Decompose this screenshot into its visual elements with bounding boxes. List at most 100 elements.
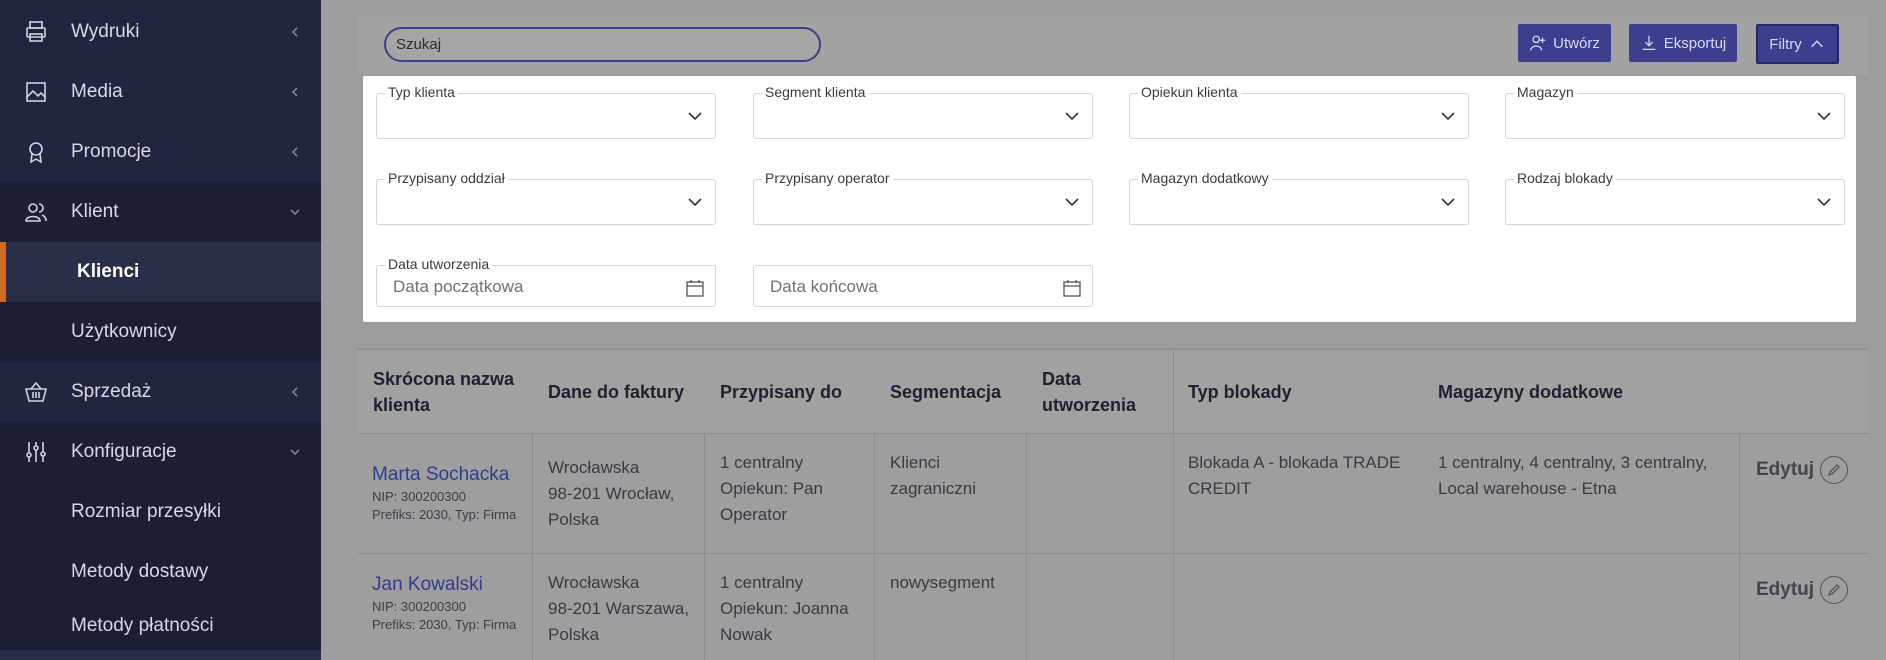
award-icon xyxy=(29,142,43,164)
invoice-line: 98-201 Wrocław, xyxy=(548,484,675,503)
warehouse-select[interactable]: Magazyn xyxy=(1505,84,1845,139)
sidebar-item-promocje[interactable]: Promocje xyxy=(0,122,321,182)
column-divider xyxy=(1173,350,1174,434)
client-type-select[interactable]: Typ klienta xyxy=(376,84,716,139)
segment-line: nowysegment xyxy=(890,573,995,592)
calendar-icon[interactable] xyxy=(1062,278,1082,298)
start-date-field[interactable]: Data utworzenia Data początkowa xyxy=(376,256,716,307)
calendar-icon[interactable] xyxy=(685,278,705,298)
sidebar-item-klient[interactable]: Klient xyxy=(0,182,321,242)
header-created-line1: Data xyxy=(1042,369,1082,389)
chevron-down-icon xyxy=(1817,112,1831,121)
edit-label: Edytuj xyxy=(1756,459,1815,480)
sidebar-item-label: Klient xyxy=(71,201,119,222)
sidebar-item-label: Rozmiar przesyłki xyxy=(71,501,221,522)
create-button[interactable]: Utwórz xyxy=(1518,24,1611,62)
sidebar-item-metody-platnosci[interactable]: Metody płatności xyxy=(0,602,321,650)
assigned-line: Opiekun: Joanna xyxy=(720,599,849,618)
sidebar-footer-strip xyxy=(0,650,321,660)
client-prefix: Prefiks: 2030, Typ: Firma xyxy=(372,507,517,522)
sidebar-item-wydruki[interactable]: Wydruki xyxy=(0,2,321,62)
sidebar-item-label: Klienci xyxy=(77,261,140,282)
sidebar-item-klienci[interactable]: Klienci xyxy=(0,242,321,302)
start-date-placeholder: Data początkowa xyxy=(393,277,524,296)
chevron-down-icon xyxy=(1441,198,1455,207)
invoice-cell: Wrocławska 98-201 Warszawa, Polska xyxy=(548,570,689,648)
client-nip: NIP: 300200300 xyxy=(372,599,466,614)
extra-warehouse-select[interactable]: Magazyn dodatkowy xyxy=(1129,170,1469,225)
client-segment-select[interactable]: Segment klienta xyxy=(753,84,1093,139)
sidebar-item-label: Konfiguracje xyxy=(71,441,177,462)
end-date-field[interactable]: Data końcowa xyxy=(753,265,1093,307)
block-line: CREDIT xyxy=(1188,479,1252,498)
edit-button[interactable]: Edytuj xyxy=(1756,576,1849,604)
assigned-cell: 1 centralny Opiekun: Pan Operator xyxy=(720,450,823,528)
column-divider xyxy=(1173,434,1174,660)
sidebar-item-uzytkownicy[interactable]: Użytkownicy xyxy=(0,302,321,362)
export-button[interactable]: Eksportuj xyxy=(1629,24,1737,62)
sidebar-item-label: Media xyxy=(71,81,123,102)
invoice-line: Polska xyxy=(548,510,600,529)
edit-pencil-icon xyxy=(1820,576,1849,604)
assigned-line: Operator xyxy=(720,505,788,524)
block-type-cell: Blokada A - blokada TRADE CREDIT xyxy=(1188,450,1400,502)
filters-button[interactable]: Filtry xyxy=(1756,24,1839,64)
chevron-left-icon xyxy=(291,387,298,397)
chevron-down-icon xyxy=(1065,198,1079,207)
export-button-label: Eksportuj xyxy=(1663,34,1727,52)
chevron-down-icon xyxy=(688,198,702,207)
client-manager-label: Opiekun klienta xyxy=(1138,84,1241,100)
sidebar-item-label: Wydruki xyxy=(71,21,140,42)
column-divider xyxy=(1739,434,1740,660)
header-segmentation[interactable]: Segmentacja xyxy=(890,350,1001,434)
sidebar-item-media[interactable]: Media xyxy=(0,62,321,122)
sidebar: Wydruki Media Promocje Klient Klienci Uż… xyxy=(0,0,321,660)
invoice-cell: Wrocławska 98-201 Wrocław, Polska xyxy=(548,455,674,533)
header-extra-warehouses[interactable]: Magazyny dodatkowe xyxy=(1438,350,1623,434)
client-manager-select[interactable]: Opiekun klienta xyxy=(1129,84,1469,139)
header-created[interactable]: Data utworzenia xyxy=(1042,350,1136,434)
image-icon xyxy=(26,82,46,102)
sidebar-item-label: Użytkownicy xyxy=(71,321,177,342)
users-icon xyxy=(25,203,47,222)
client-nip: NIP: 300200300 xyxy=(372,489,466,504)
block-type-label: Rodzaj blokady xyxy=(1514,170,1616,186)
warehouses-line: Local warehouse - Etna xyxy=(1438,479,1617,498)
created-date-label: Data utworzenia xyxy=(385,256,493,272)
chevron-left-icon xyxy=(291,147,298,157)
header-block-type[interactable]: Typ blokady xyxy=(1188,350,1292,434)
sidebar-item-metody-dostawy[interactable]: Metody dostawy xyxy=(0,542,321,602)
assigned-operator-label: Przypisany operator xyxy=(762,170,893,186)
assigned-branch-select[interactable]: Przypisany oddział xyxy=(376,170,716,225)
assigned-line: 1 centralny xyxy=(720,573,804,592)
header-assigned[interactable]: Przypisany do xyxy=(720,350,842,434)
client-name-link[interactable]: Marta Sochacka xyxy=(372,462,516,488)
sidebar-item-konfiguracje[interactable]: Konfiguracje xyxy=(0,422,321,482)
edit-button[interactable]: Edytuj xyxy=(1756,456,1849,484)
header-invoice[interactable]: Dane do faktury xyxy=(548,350,684,434)
add-user-icon xyxy=(1530,35,1546,51)
download-icon xyxy=(1642,35,1656,50)
edit-label: Edytuj xyxy=(1756,579,1815,600)
segment-line: zagraniczni xyxy=(890,479,976,498)
block-type-select[interactable]: Rodzaj blokady xyxy=(1505,170,1845,225)
assigned-branch-label: Przypisany oddział xyxy=(385,170,508,186)
header-short-name[interactable]: Skrócona nazwa klienta xyxy=(373,350,514,434)
chevron-down-icon xyxy=(290,209,300,216)
chevron-left-icon xyxy=(291,87,298,97)
client-name-link[interactable]: Jan Kowalski xyxy=(372,572,516,598)
client-name-cell: Jan Kowalski NIP: 300200300 Prefiks: 203… xyxy=(372,572,516,634)
assigned-line: 1 centralny xyxy=(720,453,804,472)
column-divider xyxy=(1026,434,1027,660)
search-input[interactable] xyxy=(384,27,821,62)
sidebar-item-rozmiar-przesylki[interactable]: Rozmiar przesyłki xyxy=(0,482,321,542)
client-type-label: Typ klienta xyxy=(385,84,458,100)
invoice-line: Wrocławska xyxy=(548,573,640,592)
header-created-line2: utworzenia xyxy=(1042,395,1137,415)
client-segment-label: Segment klienta xyxy=(762,84,869,100)
warehouses-line: 1 centralny, 4 centralny, 3 centralny, xyxy=(1438,453,1708,472)
sidebar-item-sprzedaz[interactable]: Sprzedaż xyxy=(0,362,321,422)
sidebar-item-label: Metody płatności xyxy=(71,615,214,636)
chevron-down-icon xyxy=(1817,198,1831,207)
assigned-operator-select[interactable]: Przypisany operator xyxy=(753,170,1093,225)
